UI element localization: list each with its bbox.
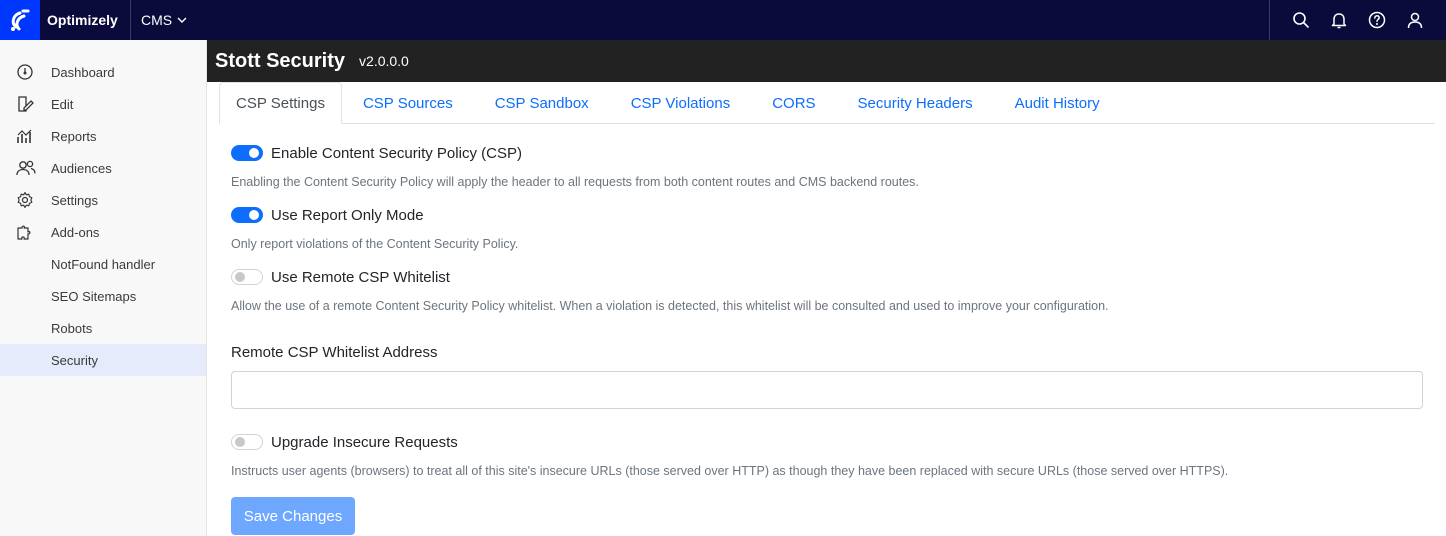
upgrade-insecure-help: Instructs user agents (browsers) to trea… — [231, 464, 1229, 478]
page-header: Stott Security v2.0.0.0 — [207, 40, 1446, 82]
report-only-label: Use Report Only Mode — [271, 206, 424, 224]
sidebar-subitem-label: SEO Sitemaps — [51, 288, 137, 304]
bell-icon[interactable] — [1320, 0, 1358, 40]
sidebar-item-dashboard[interactable]: Dashboard — [0, 56, 206, 88]
enable-csp-label: Enable Content Security Policy (CSP) — [271, 144, 522, 162]
remote-whitelist-help: Allow the use of a remote Content Securi… — [231, 299, 1109, 313]
tab-csp-violations[interactable]: CSP Violations — [610, 82, 752, 124]
toggle-knob — [235, 437, 245, 447]
upgrade-insecure-label: Upgrade Insecure Requests — [271, 433, 458, 451]
sidebar-item-reports[interactable]: Reports — [0, 120, 206, 152]
sidebar-item-audiences[interactable]: Audiences — [0, 152, 206, 184]
sidebar-item-label: Reports — [51, 128, 97, 144]
audiences-icon — [0, 159, 51, 177]
sidebar-subitem-label: Robots — [51, 320, 93, 336]
edit-icon — [0, 95, 51, 113]
sidebar-subitem-label: NotFound handler — [51, 256, 156, 272]
brand[interactable]: Optimizely — [0, 0, 131, 40]
sidebar-subitem-seo-sitemaps[interactable]: SEO Sitemaps — [0, 280, 206, 312]
gear-icon — [0, 191, 51, 209]
top-icons — [1269, 0, 1446, 40]
puzzle-icon — [0, 223, 51, 241]
whitelist-address-label: Remote CSP Whitelist Address — [231, 344, 438, 361]
toggle-knob — [249, 210, 259, 220]
whitelist-address-input[interactable] — [231, 371, 1423, 409]
app-switcher-label: CMS — [141, 12, 173, 28]
reports-icon — [0, 127, 51, 145]
app-switcher[interactable]: CMS — [141, 12, 188, 28]
remote-whitelist-row: Use Remote CSP Whitelist — [231, 265, 1423, 289]
sidebar-item-label: Audiences — [51, 160, 112, 176]
sidebar-item-add-ons[interactable]: Add-ons — [0, 216, 206, 248]
save-changes-button[interactable]: Save Changes — [231, 497, 355, 535]
optimizely-logo-icon — [0, 0, 40, 40]
sidebar-item-label: Settings — [51, 192, 98, 208]
sidebar-subitem-security[interactable]: Security — [0, 344, 206, 376]
version-label: v2.0.0.0 — [359, 53, 409, 69]
report-only-toggle[interactable] — [231, 207, 263, 223]
tab-security-headers[interactable]: Security Headers — [837, 82, 994, 124]
tab-csp-sandbox[interactable]: CSP Sandbox — [474, 82, 610, 124]
search-icon[interactable] — [1282, 0, 1320, 40]
sidebar-subitem-label: Security — [51, 352, 98, 368]
page-title: Stott Security — [215, 49, 346, 72]
enable-csp-toggle[interactable] — [231, 145, 263, 161]
sidebar-item-label: Add-ons — [51, 224, 100, 240]
tab-csp-sources[interactable]: CSP Sources — [342, 82, 474, 124]
remote-whitelist-label: Use Remote CSP Whitelist — [271, 268, 450, 286]
sidebar-subitem-robots[interactable]: Robots — [0, 312, 206, 344]
report-only-row: Use Report Only Mode — [231, 203, 1423, 227]
csp-settings-form: Enable Content Security Policy (CSP) Ena… — [231, 130, 1423, 535]
tab-bar: CSP Settings CSP Sources CSP Sandbox CSP… — [219, 82, 1435, 124]
enable-csp-help: Enabling the Content Security Policy wil… — [231, 175, 919, 189]
remote-whitelist-toggle[interactable] — [231, 269, 263, 285]
report-only-help: Only report violations of the Content Se… — [231, 237, 519, 251]
dashboard-icon — [0, 63, 51, 81]
chevron-down-icon — [177, 17, 187, 23]
upgrade-insecure-toggle[interactable] — [231, 434, 263, 450]
toggle-knob — [235, 272, 245, 282]
tab-audit-history[interactable]: Audit History — [994, 82, 1121, 124]
sidebar-item-settings[interactable]: Settings — [0, 184, 206, 216]
help-icon[interactable] — [1358, 0, 1396, 40]
sidebar-item-label: Dashboard — [51, 64, 115, 80]
enable-csp-row: Enable Content Security Policy (CSP) — [231, 141, 1423, 165]
upgrade-insecure-row: Upgrade Insecure Requests — [231, 430, 1423, 454]
tab-cors[interactable]: CORS — [751, 82, 836, 124]
sidebar-subitem-notfound-handler[interactable]: NotFound handler — [0, 248, 206, 280]
brand-name: Optimizely — [47, 12, 118, 28]
user-icon[interactable] — [1396, 0, 1434, 40]
tab-csp-settings[interactable]: CSP Settings — [219, 82, 342, 124]
sidebar: Dashboard Edit Reports Audiences Setting… — [0, 40, 207, 536]
toggle-knob — [249, 148, 259, 158]
sidebar-item-edit[interactable]: Edit — [0, 88, 206, 120]
sidebar-item-label: Edit — [51, 96, 74, 112]
top-bar: Optimizely CMS — [0, 0, 1446, 40]
